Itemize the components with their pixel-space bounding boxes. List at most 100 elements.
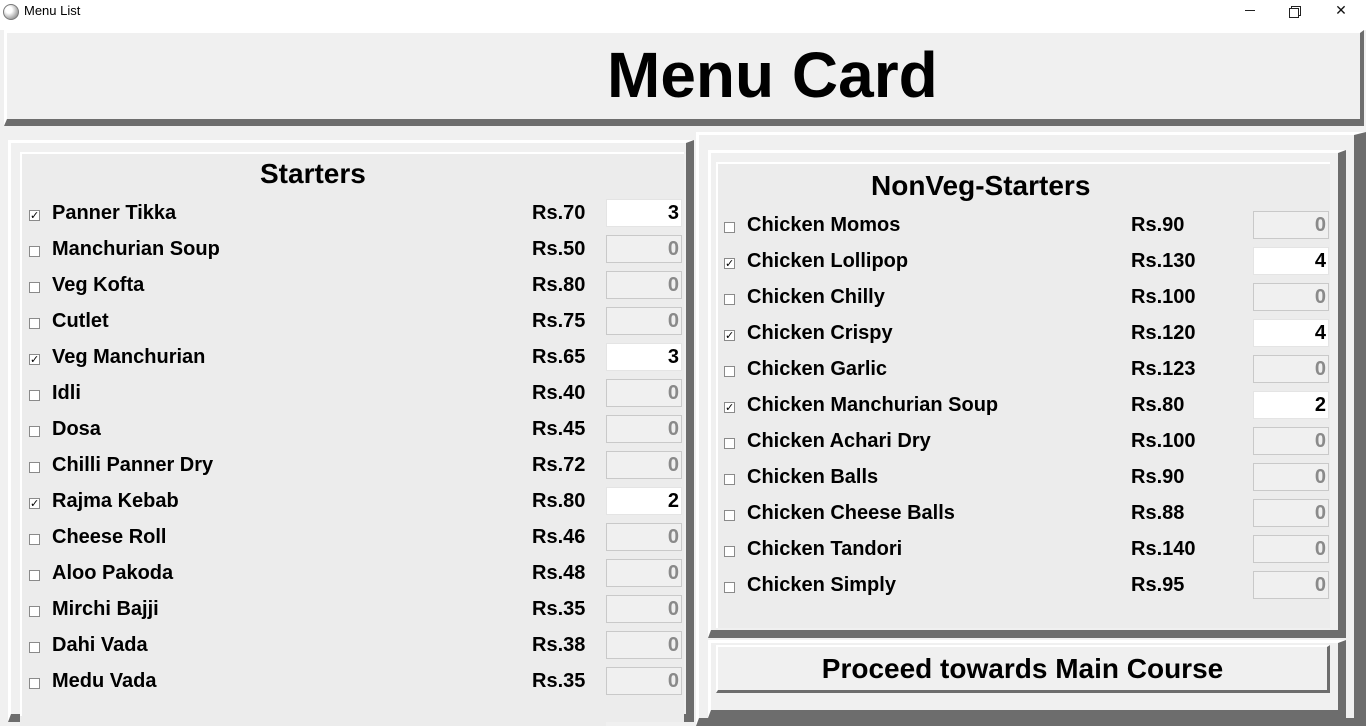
item-name[interactable]: Veg Manchurian <box>52 346 205 369</box>
item-name[interactable]: Dahi Vada <box>52 634 148 657</box>
item-checkbox[interactable] <box>29 246 40 257</box>
item-name[interactable]: Mirchi Bajji <box>52 598 159 621</box>
quantity-field[interactable]: 0 <box>606 667 682 695</box>
close-icon: ✕ <box>1335 3 1347 19</box>
item-price: Rs.45 <box>532 418 586 440</box>
item-name[interactable]: Rajma Kebab <box>52 490 179 513</box>
quantity-field[interactable]: 3 <box>606 343 682 371</box>
item-price: Rs.120 <box>1131 322 1196 344</box>
item-checkbox[interactable]: ✓ <box>29 210 40 221</box>
quantity-field[interactable]: 0 <box>606 307 682 335</box>
item-checkbox[interactable] <box>29 606 40 617</box>
item-name[interactable]: Manchurian Soup <box>52 238 220 261</box>
item-name[interactable]: Idli <box>52 382 81 405</box>
restore-icon-back <box>1289 8 1299 18</box>
item-name[interactable]: Chicken Simply <box>747 574 896 597</box>
item-price: Rs.72 <box>532 454 586 476</box>
quantity-field[interactable]: 0 <box>606 271 682 299</box>
item-checkbox[interactable] <box>724 438 735 449</box>
quantity-field[interactable]: 4 <box>1253 319 1329 347</box>
restore-button[interactable] <box>1272 0 1318 22</box>
quantity-field[interactable]: 0 <box>1253 571 1329 599</box>
item-checkbox[interactable] <box>29 318 40 329</box>
page-title: Menu Card <box>607 39 938 111</box>
item-checkbox[interactable] <box>29 534 40 545</box>
quantity-field[interactable]: 0 <box>606 451 682 479</box>
quantity-field[interactable]: 0 <box>1253 463 1329 491</box>
quantity-field[interactable]: 0 <box>606 595 682 623</box>
item-name[interactable]: Panner Tikka <box>52 202 176 225</box>
item-name[interactable]: Cutlet <box>52 310 109 333</box>
nonveg-title: NonVeg-Starters <box>871 170 1091 201</box>
item-name[interactable]: Chicken Tandori <box>747 538 902 561</box>
item-checkbox[interactable] <box>724 294 735 305</box>
item-price: Rs.40 <box>532 382 586 404</box>
item-checkbox[interactable] <box>29 426 40 437</box>
item-checkbox[interactable]: ✓ <box>29 354 40 365</box>
item-checkbox[interactable] <box>29 462 40 473</box>
quantity-field[interactable]: 0 <box>606 631 682 659</box>
item-price: Rs.35 <box>532 598 586 620</box>
item-price: Rs.46 <box>532 526 586 548</box>
quantity-field[interactable]: 0 <box>1253 283 1329 311</box>
item-checkbox[interactable] <box>724 546 735 557</box>
quantity-field[interactable]: 0 <box>606 379 682 407</box>
item-checkbox[interactable]: ✓ <box>724 330 735 341</box>
item-checkbox[interactable] <box>724 474 735 485</box>
item-checkbox[interactable] <box>29 678 40 689</box>
proceed-main-course-button[interactable]: Proceed towards Main Course <box>716 645 1330 693</box>
item-checkbox[interactable] <box>29 282 40 293</box>
item-price: Rs.80 <box>532 274 586 296</box>
item-checkbox[interactable]: ✓ <box>29 498 40 509</box>
minimize-icon <box>1245 10 1255 11</box>
item-price: Rs.95 <box>1131 574 1185 596</box>
item-name[interactable]: Chicken Momos <box>747 214 900 237</box>
quantity-field[interactable]: 0 <box>1253 355 1329 383</box>
item-price: Rs.38 <box>532 634 586 656</box>
item-checkbox[interactable] <box>724 222 735 233</box>
item-name[interactable]: Veg Kofta <box>52 274 144 297</box>
quantity-field[interactable]: 0 <box>606 235 682 263</box>
starters-panel-strip <box>20 716 606 726</box>
item-checkbox[interactable]: ✓ <box>724 258 735 269</box>
item-checkbox[interactable] <box>724 582 735 593</box>
quantity-field[interactable]: 2 <box>606 487 682 515</box>
quantity-field[interactable]: 0 <box>606 523 682 551</box>
quantity-field[interactable]: 0 <box>1253 211 1329 239</box>
item-price: Rs.90 <box>1131 214 1185 236</box>
item-name[interactable]: Chicken Lollipop <box>747 250 908 273</box>
close-button[interactable]: ✕ <box>1318 0 1364 22</box>
quantity-field[interactable]: 2 <box>1253 391 1329 419</box>
minimize-button[interactable] <box>1227 0 1273 22</box>
item-checkbox[interactable] <box>724 366 735 377</box>
item-checkbox[interactable] <box>29 642 40 653</box>
item-checkbox[interactable] <box>29 390 40 401</box>
quantity-field[interactable]: 0 <box>1253 499 1329 527</box>
item-name[interactable]: Aloo Pakoda <box>52 562 173 585</box>
item-name[interactable]: Chicken Cheese Balls <box>747 502 955 525</box>
quantity-field[interactable]: 0 <box>1253 427 1329 455</box>
item-name[interactable]: Chilli Panner Dry <box>52 454 213 477</box>
item-price: Rs.140 <box>1131 538 1196 560</box>
quantity-field[interactable]: 3 <box>606 199 682 227</box>
quantity-field[interactable]: 0 <box>606 559 682 587</box>
item-name[interactable]: Chicken Chilly <box>747 286 885 309</box>
item-checkbox[interactable] <box>724 510 735 521</box>
item-name[interactable]: Chicken Manchurian Soup <box>747 394 998 417</box>
item-price: Rs.100 <box>1131 286 1196 308</box>
item-checkbox[interactable] <box>29 570 40 581</box>
item-price: Rs.80 <box>532 490 586 512</box>
item-price: Rs.90 <box>1131 466 1185 488</box>
quantity-field[interactable]: 4 <box>1253 247 1329 275</box>
item-name[interactable]: Medu Vada <box>52 670 156 693</box>
item-name[interactable]: Cheese Roll <box>52 526 166 549</box>
quantity-field[interactable]: 0 <box>606 415 682 443</box>
item-name[interactable]: Dosa <box>52 418 101 441</box>
item-name[interactable]: Chicken Balls <box>747 466 878 489</box>
quantity-field[interactable]: 0 <box>1253 535 1329 563</box>
item-name[interactable]: Chicken Garlic <box>747 358 887 381</box>
item-name[interactable]: Chicken Achari Dry <box>747 430 931 453</box>
item-name[interactable]: Chicken Crispy <box>747 322 893 345</box>
item-price: Rs.88 <box>1131 502 1185 524</box>
item-checkbox[interactable]: ✓ <box>724 402 735 413</box>
